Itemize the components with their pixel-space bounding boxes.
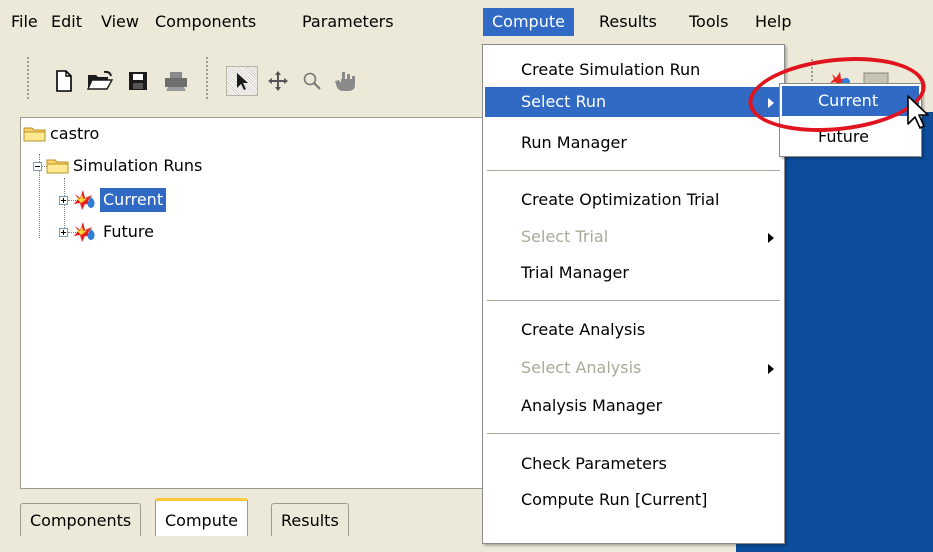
menu-item-compute-run[interactable]: Compute Run [Current] bbox=[485, 485, 782, 515]
menu-item-run-manager[interactable]: Run Manager bbox=[485, 128, 782, 158]
tab-components[interactable]: Components bbox=[20, 503, 142, 536]
open-folder-icon[interactable] bbox=[84, 66, 116, 96]
move-icon[interactable] bbox=[262, 66, 294, 96]
tree-root[interactable]: castro bbox=[23, 122, 102, 146]
project-tree[interactable]: castro Simulation Runs Current Future bbox=[20, 117, 484, 489]
menu-item-create-simulation-run[interactable]: Create Simulation Run bbox=[485, 55, 782, 85]
menu-separator bbox=[487, 433, 780, 435]
menu-bar: File Edit View Components Parameters Com… bbox=[0, 0, 933, 45]
toolbar-grip-2[interactable] bbox=[205, 56, 209, 100]
simulation-run-icon bbox=[74, 222, 95, 242]
tree-item-label: Future bbox=[103, 222, 154, 241]
menu-item-select-run[interactable]: Select Run bbox=[485, 87, 782, 117]
menu-components[interactable]: Components bbox=[146, 8, 265, 36]
submenu-arrow-icon bbox=[768, 364, 774, 374]
folder-icon bbox=[46, 159, 69, 174]
collapse-toggle-icon[interactable] bbox=[33, 161, 42, 171]
menu-separator bbox=[487, 300, 780, 302]
submenu-arrow-icon bbox=[768, 233, 774, 243]
folder-icon bbox=[23, 127, 46, 142]
menu-item-label: Select Trial bbox=[521, 227, 609, 246]
menu-parameters[interactable]: Parameters bbox=[293, 8, 403, 36]
menu-view[interactable]: View bbox=[92, 8, 148, 36]
select-run-submenu: Current Future bbox=[779, 83, 922, 157]
menu-item-trial-manager[interactable]: Trial Manager bbox=[485, 258, 782, 288]
simulation-run-icon bbox=[74, 190, 95, 210]
menu-item-select-analysis[interactable]: Select Analysis bbox=[485, 353, 782, 383]
menu-item-label: Select Run bbox=[521, 92, 607, 111]
select-pointer-icon[interactable] bbox=[226, 66, 258, 96]
tab-results[interactable]: Results bbox=[271, 503, 349, 536]
submenu-item-future[interactable]: Future bbox=[782, 122, 919, 152]
expand-toggle-icon[interactable] bbox=[59, 227, 68, 237]
submenu-item-label: Current bbox=[818, 91, 879, 110]
menu-file[interactable]: File bbox=[2, 8, 47, 36]
menu-item-create-analysis[interactable]: Create Analysis bbox=[485, 315, 782, 345]
main-toolbar bbox=[0, 44, 480, 112]
menu-tools[interactable]: Tools bbox=[680, 8, 737, 36]
menu-item-select-trial[interactable]: Select Trial bbox=[485, 222, 782, 252]
menu-edit[interactable]: Edit bbox=[42, 8, 91, 36]
menu-item-label: Compute Run [Current] bbox=[521, 490, 708, 509]
menu-item-label: Select Analysis bbox=[521, 358, 642, 377]
new-file-icon[interactable] bbox=[48, 66, 80, 96]
submenu-item-current[interactable]: Current bbox=[782, 86, 919, 116]
print-icon[interactable] bbox=[160, 66, 192, 96]
zoom-icon[interactable] bbox=[296, 66, 328, 96]
menu-separator bbox=[487, 170, 780, 172]
tree-item-current[interactable]: Current bbox=[59, 188, 167, 212]
tree-group-simulation-runs[interactable]: Simulation Runs bbox=[33, 154, 205, 178]
tree-item-future[interactable]: Future bbox=[59, 220, 157, 244]
menu-item-analysis-manager[interactable]: Analysis Manager bbox=[485, 391, 782, 421]
mouse-cursor-icon bbox=[907, 95, 929, 129]
menu-results[interactable]: Results bbox=[590, 8, 666, 36]
menu-compute[interactable]: Compute bbox=[483, 8, 574, 36]
menu-item-label: Analysis Manager bbox=[521, 396, 663, 415]
menu-item-label: Trial Manager bbox=[521, 263, 629, 282]
menu-item-check-parameters[interactable]: Check Parameters bbox=[485, 449, 782, 479]
toolbar-grip[interactable] bbox=[26, 56, 30, 100]
save-icon[interactable] bbox=[122, 66, 154, 96]
menu-help[interactable]: Help bbox=[746, 8, 800, 36]
expand-toggle-icon[interactable] bbox=[59, 195, 68, 205]
menu-item-label: Create Optimization Trial bbox=[521, 190, 720, 209]
submenu-item-label: Future bbox=[818, 127, 869, 146]
pan-hand-icon[interactable] bbox=[330, 66, 362, 96]
menu-item-create-optimization-trial[interactable]: Create Optimization Trial bbox=[485, 185, 782, 215]
menu-item-label: Create Analysis bbox=[521, 320, 646, 339]
submenu-arrow-icon bbox=[768, 98, 774, 108]
menu-item-label: Create Simulation Run bbox=[521, 60, 701, 79]
tree-item-label: Current bbox=[100, 188, 167, 212]
menu-item-label: Run Manager bbox=[521, 133, 627, 152]
tree-group-label: Simulation Runs bbox=[73, 156, 203, 175]
tab-compute[interactable]: Compute bbox=[155, 498, 248, 536]
tree-root-label: castro bbox=[50, 124, 100, 143]
compute-menu: Create Simulation Run Select Run Run Man… bbox=[482, 44, 785, 544]
menu-item-label: Check Parameters bbox=[521, 454, 667, 473]
